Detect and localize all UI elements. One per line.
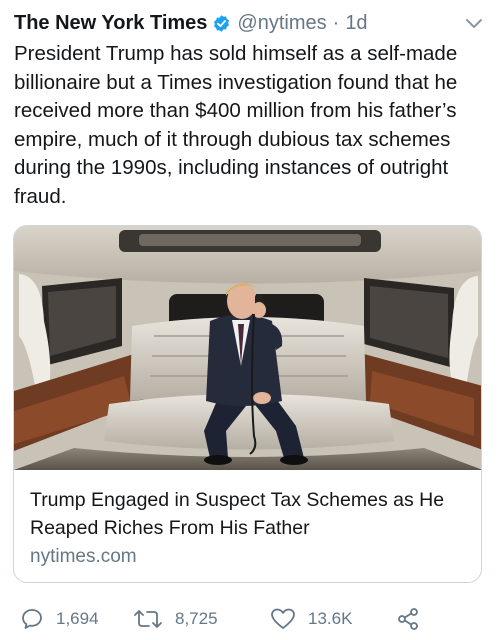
author-name[interactable]: The New York Times xyxy=(14,12,207,35)
tweet-actions: 1,694 8,725 13.6K xyxy=(20,605,480,633)
verified-badge-icon xyxy=(212,14,231,33)
reply-count: 1,694 xyxy=(56,609,99,628)
card-image[interactable] xyxy=(14,226,481,470)
reply-button[interactable]: 1,694 xyxy=(20,605,99,633)
card-domain: nytimes.com xyxy=(30,546,137,567)
card-title[interactable]: Trump Engaged in Suspect Tax Schemes as … xyxy=(30,486,470,542)
link-card[interactable]: Trump Engaged in Suspect Tax Schemes as … xyxy=(13,225,482,583)
like-count: 13.6K xyxy=(308,609,353,628)
tweet-timestamp[interactable]: 1d xyxy=(345,12,367,35)
share-button[interactable] xyxy=(396,605,420,633)
like-button[interactable]: 13.6K xyxy=(270,605,352,633)
retweet-count: 8,725 xyxy=(175,609,218,628)
retweet-icon xyxy=(133,607,163,631)
share-icon xyxy=(396,607,420,631)
author-handle[interactable]: @nytimes xyxy=(237,12,326,35)
chevron-down-icon[interactable] xyxy=(464,16,484,32)
heart-icon xyxy=(270,607,296,631)
reply-icon xyxy=(20,607,44,631)
separator-dot: · xyxy=(332,11,340,34)
tweet[interactable]: The New York Times @nytimes · 1d Preside… xyxy=(0,0,502,640)
tweet-text: President Trump has sold himself as a se… xyxy=(14,42,458,208)
retweet-button[interactable]: 8,725 xyxy=(133,605,218,633)
tweet-header: The New York Times @nytimes · 1d xyxy=(14,10,368,36)
